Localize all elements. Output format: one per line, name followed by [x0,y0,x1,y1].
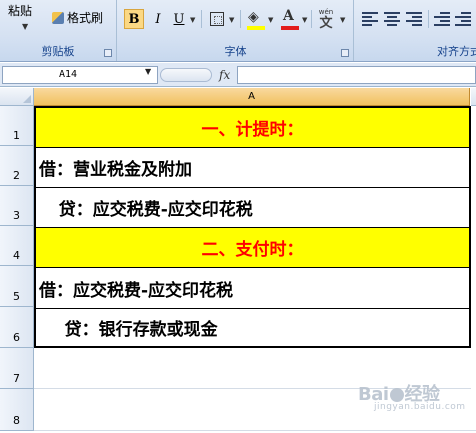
cell-a5[interactable]: 借：应交税费-应交印花税 [36,268,469,309]
format-painter-icon [52,12,64,24]
row-header-3[interactable]: 3 [0,186,34,226]
row-header-8[interactable]: 8 [0,389,34,431]
decrease-indent-icon[interactable] [434,10,450,26]
ribbon: 粘贴 ▼ 格式刷 剪贴板 字体 B I U ▼ ▼ ◈ ▼ A ▼ wén 文 … [0,0,476,62]
row-header-7[interactable]: 7 [0,348,34,389]
cell-a3[interactable]: 贷：应交税费-应交印花税 [36,188,469,228]
watermark-url: jingyan.baidu.com [374,402,466,412]
row-header-2[interactable]: 2 [0,146,34,186]
name-box-dropdown-icon[interactable]: ▼ [145,67,151,76]
borders-dropdown-icon[interactable]: ▼ [229,16,234,24]
font-color-button[interactable]: A [283,8,294,24]
clipboard-group-label: 剪贴板 [41,45,75,58]
column-header-next[interactable] [471,88,476,106]
insert-function-icon[interactable]: fx [219,68,230,82]
baidu-watermark: Bai 经验 jingyan.baidu.com [358,380,470,420]
formula-bar-splitter[interactable] [160,68,212,82]
font-color-swatch [281,26,299,30]
toolbar-separator [311,10,312,28]
font-dialog-launcher-icon[interactable] [341,49,349,57]
underline-dropdown-icon[interactable]: ▼ [190,16,195,24]
formula-bar: A14 ▼ fx [0,63,476,87]
font-color-dropdown-icon[interactable]: ▼ [302,16,307,24]
underline-button[interactable]: U [171,9,187,29]
cell-a4[interactable]: 二、支付时： [36,228,469,268]
toolbar-separator [201,10,202,28]
format-painter-label: 格式刷 [67,11,104,25]
row-header-6[interactable]: 6 [0,307,34,348]
row-header-5[interactable]: 5 [0,266,34,307]
column-header-a[interactable]: A [34,88,470,106]
phonetic-guide-button[interactable]: wén 文 [315,7,337,31]
align-right-icon[interactable] [406,10,422,26]
paste-dropdown-icon[interactable]: ▼ [22,22,28,31]
cell-a1[interactable]: 一、计提时： [36,108,469,148]
font-group-label: 字体 [224,45,247,58]
cell-a6[interactable]: 贷：银行存款或现金 [36,309,469,346]
paste-button[interactable]: 粘贴 [8,2,32,19]
row-header-4[interactable]: 4 [0,226,34,266]
format-painter-button[interactable]: 格式刷 [52,9,103,26]
fill-color-swatch [247,26,265,30]
clipboard-dialog-launcher-icon[interactable] [104,49,112,57]
toolbar-separator [428,10,429,28]
cell-column-b[interactable] [471,106,476,431]
phonetic-char: 文 [319,16,333,31]
fill-color-icon[interactable]: ◈ [248,9,259,25]
alignment-group-label: 对齐方式 [437,45,476,58]
phonetic-dropdown-icon[interactable]: ▼ [340,16,345,24]
bold-button[interactable]: B [124,9,144,29]
align-left-icon[interactable] [362,10,378,26]
row-header-1[interactable]: 1 [0,106,34,146]
fill-color-dropdown-icon[interactable]: ▼ [268,16,273,24]
clipboard-group: 粘贴 ▼ 格式刷 剪贴板 [0,0,117,61]
name-box[interactable]: A14 [2,66,158,84]
formula-input[interactable] [237,66,476,84]
italic-button[interactable]: I [150,9,166,29]
increase-indent-icon[interactable] [455,10,471,26]
cell-a2[interactable]: 借：营业税金及附加 [36,148,469,188]
toolbar-separator [240,10,241,28]
journal-entry-table: 一、计提时： 借：营业税金及附加 贷：应交税费-应交印花税 二、支付时： 借：应… [34,106,471,348]
paw-icon [389,388,404,402]
select-all-button[interactable] [0,88,34,106]
align-center-icon[interactable] [384,10,400,26]
borders-button[interactable] [210,12,224,26]
